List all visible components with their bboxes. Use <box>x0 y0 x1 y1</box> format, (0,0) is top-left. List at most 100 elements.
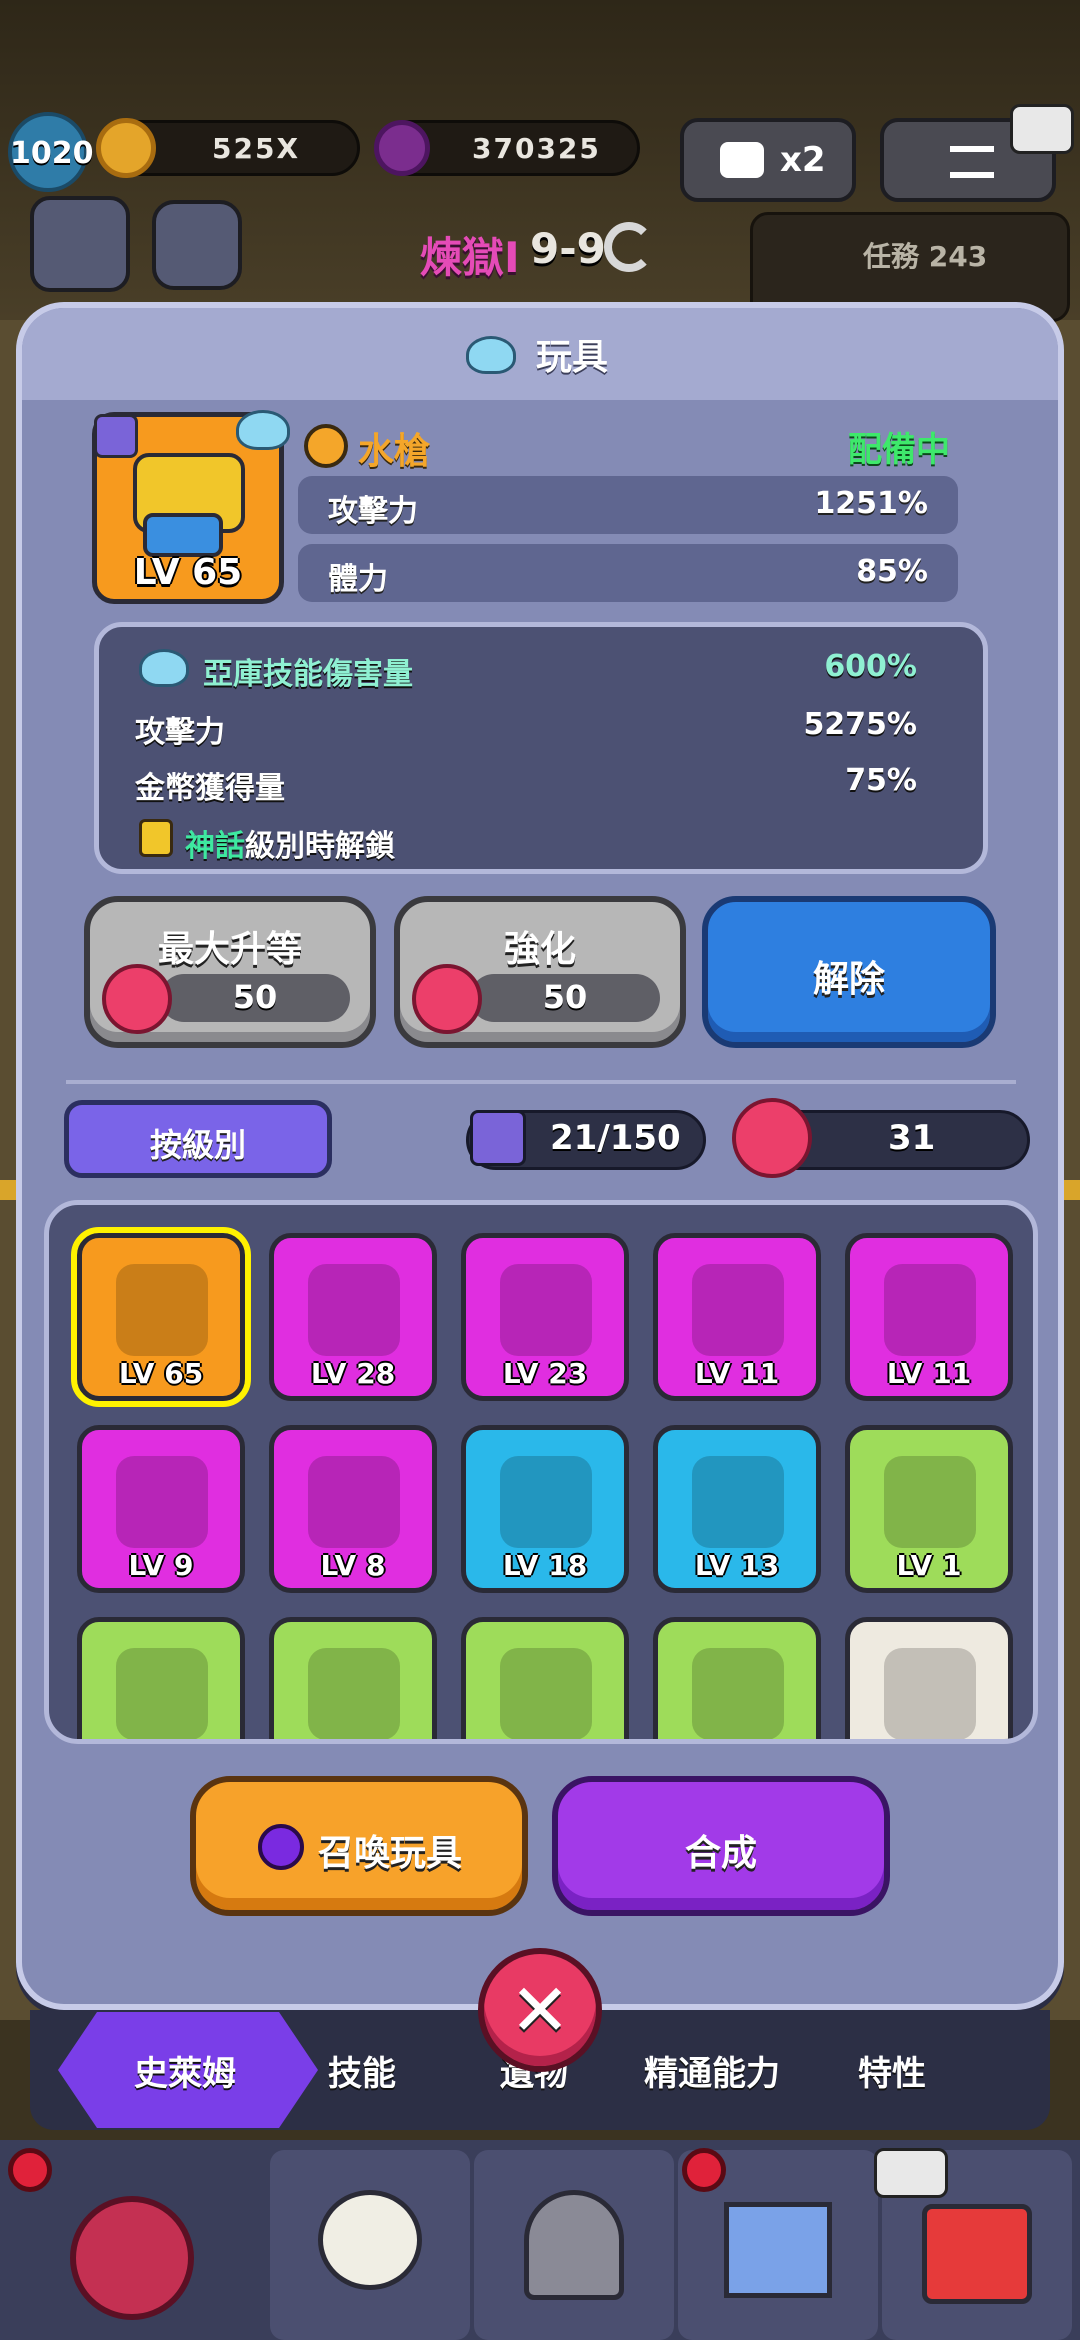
unequip-label: 解除 <box>812 959 885 1000</box>
star-rank-icon <box>304 424 348 468</box>
toy-card[interactable]: LV 28 <box>269 1233 437 1401</box>
robot-icon[interactable] <box>152 200 242 290</box>
toy-icon <box>116 1456 208 1548</box>
stage-number: 9-9 <box>530 224 606 273</box>
video-ad-icon[interactable] <box>1010 104 1074 154</box>
attack-value: 5275% <box>803 707 917 742</box>
attack-label: 攻擊力 <box>135 715 225 750</box>
castle-icon <box>724 2202 832 2298</box>
key-icon <box>412 964 482 1034</box>
shop-icon <box>922 2204 1032 2304</box>
tab-traits[interactable]: 特性 <box>858 2046 926 2095</box>
toy-level: LV 65 <box>118 1357 204 1390</box>
toy-level: LV 8 <box>320 1549 386 1582</box>
toy-card[interactable]: LV 13 <box>653 1425 821 1593</box>
notification-dot <box>8 2148 52 2192</box>
collection-star-icon <box>470 1110 526 1166</box>
nav-close-button[interactable] <box>70 2196 194 2320</box>
modal-title: 玩具 <box>536 337 609 378</box>
unlock-tier: 神話 <box>185 829 245 864</box>
toy-level: LV 28 <box>310 1357 396 1390</box>
toy-card[interactable]: LV 65 <box>71 1227 251 1407</box>
key-count: 31 <box>888 1118 936 1158</box>
toy-level: LV 23 <box>502 1357 588 1390</box>
nav-portal[interactable] <box>474 2150 674 2340</box>
notification-dot <box>682 2148 726 2192</box>
toy-level: LV 13 <box>694 1549 780 1582</box>
slime-owner-icon <box>236 410 290 450</box>
video-ad-icon[interactable] <box>874 2148 948 2198</box>
equipped-status: 配備中 <box>848 430 950 470</box>
toy-card[interactable] <box>845 1617 1013 1739</box>
toy-icon <box>884 1264 976 1356</box>
toy-card[interactable]: LV 11 <box>653 1233 821 1401</box>
toy-card[interactable] <box>653 1617 821 1739</box>
toy-name: 水槍 <box>358 431 431 472</box>
slime-icon <box>139 649 189 687</box>
toy-icon <box>500 1264 592 1356</box>
toy-icon <box>884 1456 976 1548</box>
toy-level: LV 11 <box>694 1357 780 1390</box>
toy-icon <box>692 1648 784 1739</box>
toy-level: LV 18 <box>502 1549 588 1582</box>
toy-level: LV 11 <box>886 1357 972 1390</box>
nav-chicken[interactable] <box>270 2150 470 2340</box>
water-gun-handle <box>143 513 223 557</box>
toy-inventory-grid[interactable]: LV 65 LV 28 LV 23 LV 11 LV 11 LV 9 LV 8 LV 18 LV… <box>44 1200 1038 1744</box>
summon-label: 召喚玩具 <box>318 1833 463 1874</box>
tab-mastery[interactable]: 精通能力 <box>644 2046 780 2095</box>
toy-card[interactable]: LV 11 <box>845 1233 1013 1401</box>
max-upgrade-button[interactable]: 最大升等 50 <box>84 896 376 1048</box>
mission-label: 任務 243 <box>863 240 988 273</box>
toy-icon <box>308 1648 400 1739</box>
toy-card[interactable] <box>77 1617 245 1739</box>
toy-icon <box>692 1264 784 1356</box>
unequip-button[interactable]: 解除 <box>702 896 996 1048</box>
close-icon: ✕ <box>509 1968 571 2052</box>
refresh-icon[interactable] <box>604 222 654 272</box>
enhance-cost: 50 <box>542 978 588 1016</box>
key-icon <box>732 1098 812 1178</box>
toy-card[interactable]: LV 9 <box>77 1425 245 1593</box>
merge-button[interactable]: 合成 <box>552 1776 890 1916</box>
toy-card[interactable] <box>269 1617 437 1739</box>
selected-toy-level: LV 65 <box>133 552 243 593</box>
toy-card[interactable]: LV 23 <box>461 1233 629 1401</box>
stat-label: 體力 <box>328 562 388 597</box>
enhance-button[interactable]: 強化 50 <box>394 896 686 1048</box>
tab-slime-label: 史萊姆 <box>134 2054 236 2094</box>
stage-difficulty: 煉獄I <box>420 233 520 282</box>
toy-icon <box>692 1456 784 1548</box>
gold-gain-label: 金幣獲得量 <box>135 771 285 806</box>
tab-skills[interactable]: 技能 <box>328 2046 396 2095</box>
toy-icon <box>500 1456 592 1548</box>
toy-level: LV 9 <box>128 1549 194 1582</box>
sort-label: 按級別 <box>149 1126 246 1164</box>
toy-icon <box>116 1264 208 1356</box>
toy-card[interactable]: LV 1 <box>845 1425 1013 1593</box>
gem-icon <box>374 120 430 176</box>
owned-bonus-panel: 亞庫技能傷害量 600% 攻擊力 5275% 金幣獲得量 75% 神話 級別時解… <box>94 622 988 874</box>
stat-value: 85% <box>856 554 928 589</box>
ad-boost-button[interactable]: x2 <box>680 118 856 202</box>
coin-icon <box>96 118 156 178</box>
lock-icon <box>139 819 173 857</box>
toy-icon <box>884 1648 976 1739</box>
player-level: 1020 <box>10 136 94 171</box>
collection-count: 21/150 <box>550 1118 681 1158</box>
coins-value: 525X <box>212 132 301 165</box>
stat-value: 1251% <box>814 486 928 521</box>
toy-icon <box>308 1456 400 1548</box>
stat-row-attack: 攻擊力 1251% <box>298 476 958 534</box>
toy-icon <box>308 1264 400 1356</box>
rarity-star-icon <box>94 414 138 458</box>
events-icon[interactable] <box>30 196 130 292</box>
toy-card[interactable] <box>461 1617 629 1739</box>
unlock-text: 級別時解鎖 <box>245 829 395 864</box>
ad-multiplier: x2 <box>780 140 826 180</box>
gold-gain-value: 75% <box>845 763 917 798</box>
toy-card[interactable]: LV 8 <box>269 1425 437 1593</box>
toy-card[interactable]: LV 18 <box>461 1425 629 1593</box>
summon-toy-button[interactable]: 召喚玩具 <box>190 1776 528 1916</box>
slime-icon <box>466 336 516 374</box>
